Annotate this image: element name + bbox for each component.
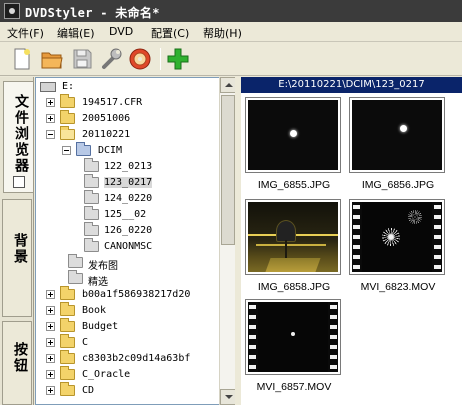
new-document-icon: [14, 48, 30, 70]
folder-icon: [60, 286, 75, 300]
add-button[interactable]: [166, 47, 190, 71]
settings-button[interactable]: [100, 47, 124, 71]
tab-file-browser[interactable]: 文件浏览器: [3, 81, 33, 193]
thumbnail-frame: [245, 97, 341, 173]
expand-icon[interactable]: [46, 306, 55, 315]
tab-background[interactable]: 背景: [2, 199, 32, 317]
open-button[interactable]: [40, 47, 64, 71]
settings-wrench-icon: [102, 48, 122, 69]
thumbnail-frame: [349, 97, 445, 173]
video-film-thumbnail: [352, 202, 442, 272]
thumbnail-caption: IMG_6858.JPG: [257, 281, 331, 293]
thumbnail-frame: [349, 199, 445, 275]
expand-icon[interactable]: [46, 290, 55, 299]
scroll-down-arrow-icon[interactable]: [220, 389, 236, 405]
thumbnail-gallery: E:\20110221\DCIM\123_0217 IMG_6855.JPG I…: [241, 77, 462, 405]
menu-configure[interactable]: 配置(C): [151, 25, 189, 41]
night-moon-photo: [248, 100, 338, 170]
expand-icon[interactable]: [46, 338, 55, 347]
folder-icon: [68, 270, 83, 284]
folder-icon: [60, 110, 75, 124]
expand-icon[interactable]: [46, 354, 55, 363]
video-film-thumbnail: [248, 302, 338, 372]
save-button[interactable]: [70, 47, 94, 71]
toolbar: [0, 42, 462, 76]
thumbnail-caption: MVI_6857.MOV: [256, 381, 332, 393]
collapse-icon[interactable]: [62, 146, 71, 155]
menu-file[interactable]: 文件(F): [7, 25, 44, 41]
folder-icon: [60, 382, 75, 396]
open-folder-icon: [76, 142, 91, 156]
folder-icon: [60, 302, 75, 316]
menu-help[interactable]: 帮助(H): [203, 25, 242, 41]
tab-buttons-label: 按钮: [12, 342, 28, 374]
current-path: E:\20110221\DCIM\123_0217: [241, 77, 462, 93]
folder-icon: [60, 334, 75, 348]
folder-icon: [68, 254, 83, 268]
open-folder-icon: [60, 126, 75, 140]
folder-icon: [60, 318, 75, 332]
title-bar: DVDStyler - 未命名*: [0, 0, 462, 22]
drive-icon: [40, 82, 56, 92]
tab-buttons[interactable]: 按钮: [2, 321, 32, 405]
tab-background-label: 背景: [12, 233, 28, 265]
dvdstyler-app-icon: [4, 3, 20, 19]
menu-edit[interactable]: 编辑(E): [57, 25, 95, 41]
add-plus-icon: [167, 48, 189, 70]
folder-tree[interactable]: E: 194517.CFR 20051006 20110221 DCIM 122…: [35, 77, 235, 405]
scroll-thumb[interactable]: [221, 95, 235, 245]
open-folder-icon: [41, 52, 63, 69]
folder-icon: [60, 366, 75, 380]
thumbnail-frame: [245, 299, 341, 375]
folder-icon: [84, 222, 99, 236]
tree-scrollbar[interactable]: [219, 77, 236, 405]
menu-dvd[interactable]: DVD: [109, 25, 133, 38]
thumbnail-frame: [245, 199, 341, 275]
save-disabled-icon: [73, 49, 92, 69]
folder-icon: [84, 238, 99, 252]
file-browser-icon: [13, 176, 25, 188]
menu-bar: 文件(F) 编辑(E) DVD 配置(C) 帮助(H): [0, 22, 462, 42]
side-tab-strip: 文件浏览器 背景 按钮: [0, 77, 34, 405]
scroll-up-arrow-icon[interactable]: [220, 77, 236, 93]
folder-icon: [84, 206, 99, 220]
expand-icon[interactable]: [46, 370, 55, 379]
folder-icon: [60, 94, 75, 108]
window-title: DVDStyler - 未命名*: [25, 6, 160, 20]
thumbnail-caption: IMG_6856.JPG: [361, 179, 435, 191]
toolbar-separator: [160, 48, 161, 70]
new-project-button[interactable]: [10, 47, 34, 71]
thumbnail-caption: IMG_6855.JPG: [257, 179, 331, 191]
burn-button[interactable]: [128, 47, 152, 71]
folder-icon: [84, 174, 99, 188]
tab-file-browser-label: 文件浏览器: [13, 94, 29, 174]
folder-icon: [84, 158, 99, 172]
thumbnail-caption: MVI_6823.MOV: [360, 281, 436, 293]
folder-icon: [84, 190, 99, 204]
night-moon-photo: [352, 100, 442, 170]
expand-icon[interactable]: [46, 98, 55, 107]
collapse-icon[interactable]: [46, 130, 55, 139]
expand-icon[interactable]: [46, 114, 55, 123]
night-street-photo: [248, 202, 338, 272]
expand-icon[interactable]: [46, 386, 55, 395]
folder-icon: [60, 350, 75, 364]
burn-disc-icon: [129, 48, 151, 70]
expand-icon[interactable]: [46, 322, 55, 331]
